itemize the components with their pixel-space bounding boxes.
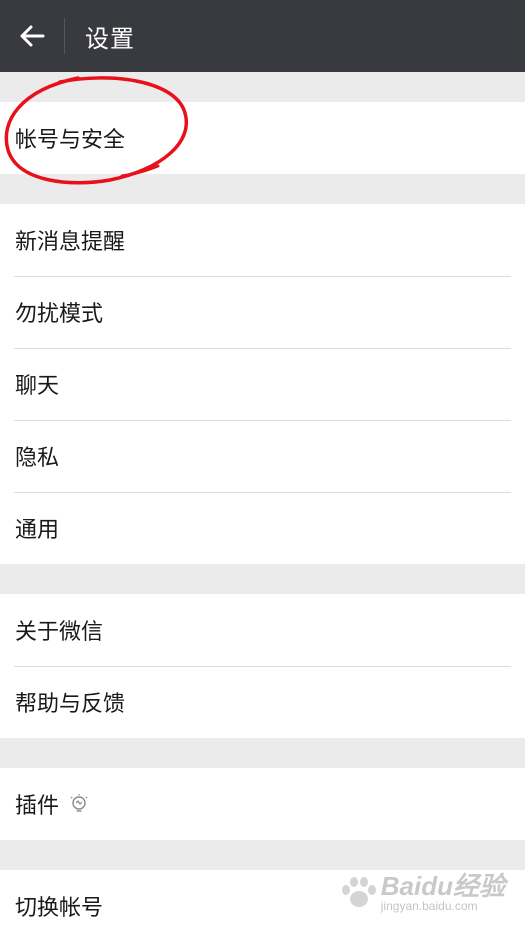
settings-item-about-wechat[interactable]: 关于微信 [0,594,525,666]
settings-item-label: 通用 [15,518,60,543]
group-plugins: 插件 [0,768,525,840]
watermark-brand: Baidu经验 [380,871,505,901]
header-divider [64,18,65,54]
settings-item-chats[interactable]: 聊天 [0,348,525,420]
settings-item-new-message-alerts[interactable]: 新消息提醒 [0,204,525,276]
settings-item-account-security[interactable]: 帐号与安全 [0,102,525,174]
settings-item-label: 切换帐号 [15,896,104,921]
settings-item-label: 隐私 [15,446,60,471]
settings-item-privacy[interactable]: 隐私 [0,420,525,492]
baidu-watermark: Baidu经验 jingyan.baidu.com [337,873,505,913]
back-button[interactable] [0,0,64,72]
settings-item-label: 插件 [15,794,60,819]
paw-icon [341,877,376,907]
settings-item-do-not-disturb[interactable]: 勿扰模式 [0,276,525,348]
arrow-left-icon [20,25,45,47]
settings-item-label: 聊天 [15,374,60,399]
lightbulb-icon [69,793,89,815]
settings-item-label: 帐号与安全 [15,128,126,153]
settings-item-label: 勿扰模式 [15,302,104,327]
settings-item-plugins[interactable]: 插件 [0,768,525,840]
settings-item-general[interactable]: 通用 [0,492,525,564]
group-account: 帐号与安全 [0,102,525,174]
settings-item-label: 帮助与反馈 [15,692,126,717]
page-title: 设置 [85,24,135,53]
watermark-url: jingyan.baidu.com [380,899,478,913]
group-about: 关于微信 帮助与反馈 [0,594,525,738]
group-general: 新消息提醒 勿扰模式 聊天 隐私 通用 [0,204,525,564]
settings-item-help-feedback[interactable]: 帮助与反馈 [0,666,525,738]
settings-item-label: 新消息提醒 [15,230,126,255]
settings-item-label: 关于微信 [15,620,104,645]
top-bar: 设置 [0,0,525,72]
